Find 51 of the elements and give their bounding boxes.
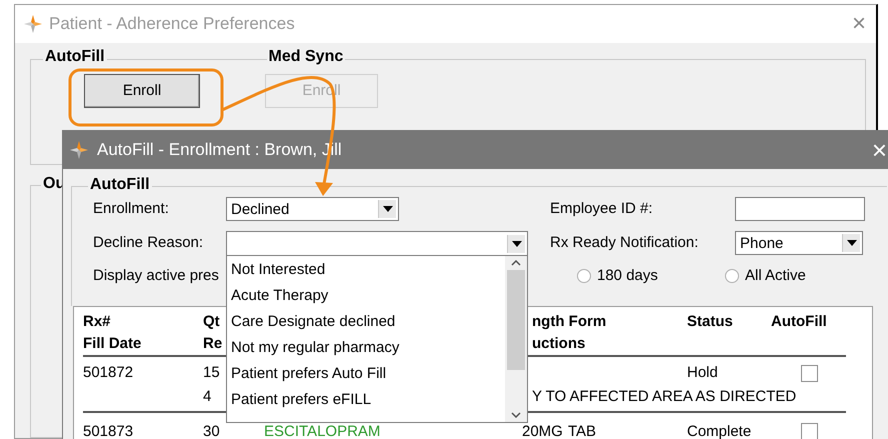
table-cell: 30: [203, 423, 220, 439]
scroll-down-icon[interactable]: [511, 412, 521, 418]
field-label: Rx Ready Notification:: [550, 232, 700, 253]
table-cell-text: Hold: [687, 363, 719, 383]
scroll-up-icon[interactable]: [511, 260, 521, 266]
field-label: Employee ID #:: [550, 198, 654, 219]
enroll-button[interactable]: Enroll: [84, 74, 200, 108]
table-cell-text: TAB: [568, 423, 598, 439]
app-logo-icon: [69, 140, 89, 160]
decline-reason-select[interactable]: [226, 231, 528, 255]
dropdown-option[interactable]: Acute Therapy: [231, 283, 505, 309]
drug-name: ESCITALOPRAM: [264, 423, 380, 439]
dropdown-option[interactable]: Patient prefers eFILL: [231, 387, 505, 413]
notification-select[interactable]: Phone: [735, 231, 863, 255]
employee-id-field[interactable]: [735, 197, 865, 221]
dropdown-option[interactable]: Not Interested: [231, 257, 505, 283]
dropdown-button[interactable]: [507, 234, 525, 252]
column-header: Status: [687, 312, 734, 332]
dropdown-option[interactable]: Care Designate declined: [231, 309, 505, 335]
close-button[interactable]: ×: [872, 137, 887, 163]
table-cell-text: 501872: [83, 363, 134, 383]
caret-icon: [512, 240, 522, 246]
field-label: Display active pres: [93, 267, 219, 284]
table-cell-text: 4: [203, 387, 212, 407]
enrollment-select[interactable]: Declined: [226, 197, 399, 221]
dropdown-option[interactable]: Patient prefers Auto Fill: [231, 361, 505, 387]
app-logo-icon: [23, 14, 43, 34]
table-cell-text: 15: [203, 363, 220, 383]
table-cell-text: Y TO AFFECTED AREA AS DIRECTED: [531, 387, 798, 407]
group-legend: Med Sync: [266, 49, 346, 65]
column-header: Qt Re: [203, 312, 222, 354]
column-header: AutoFill: [771, 312, 828, 332]
dropdown-button[interactable]: [842, 234, 860, 252]
table-cell-text: Complete: [687, 423, 752, 439]
column-header: ngth Form uctions: [531, 312, 608, 354]
autofill-checkbox[interactable]: [801, 423, 818, 439]
column-header: Rx# Fill Date: [83, 312, 142, 354]
table-cell: 501873: [83, 423, 134, 439]
scrollbar[interactable]: [505, 256, 527, 422]
dropdown-button[interactable]: [378, 200, 396, 218]
table-cell-text: 20MG: [521, 423, 563, 439]
caret-icon: [846, 240, 856, 246]
radio-option[interactable]: 180 days: [577, 265, 725, 288]
radio-option[interactable]: All Active: [725, 265, 806, 288]
scrollbar-thumb[interactable]: [507, 270, 525, 370]
autofill-checkbox[interactable]: [801, 364, 818, 382]
field-label: Decline Reason:: [93, 232, 204, 253]
window-title: Patient - Adherence Preferences: [49, 13, 296, 36]
field-label: Enrollment:: [93, 198, 170, 219]
dropdown-option[interactable]: Not my regular pharmacy: [231, 335, 505, 361]
caret-icon: [382, 206, 392, 212]
